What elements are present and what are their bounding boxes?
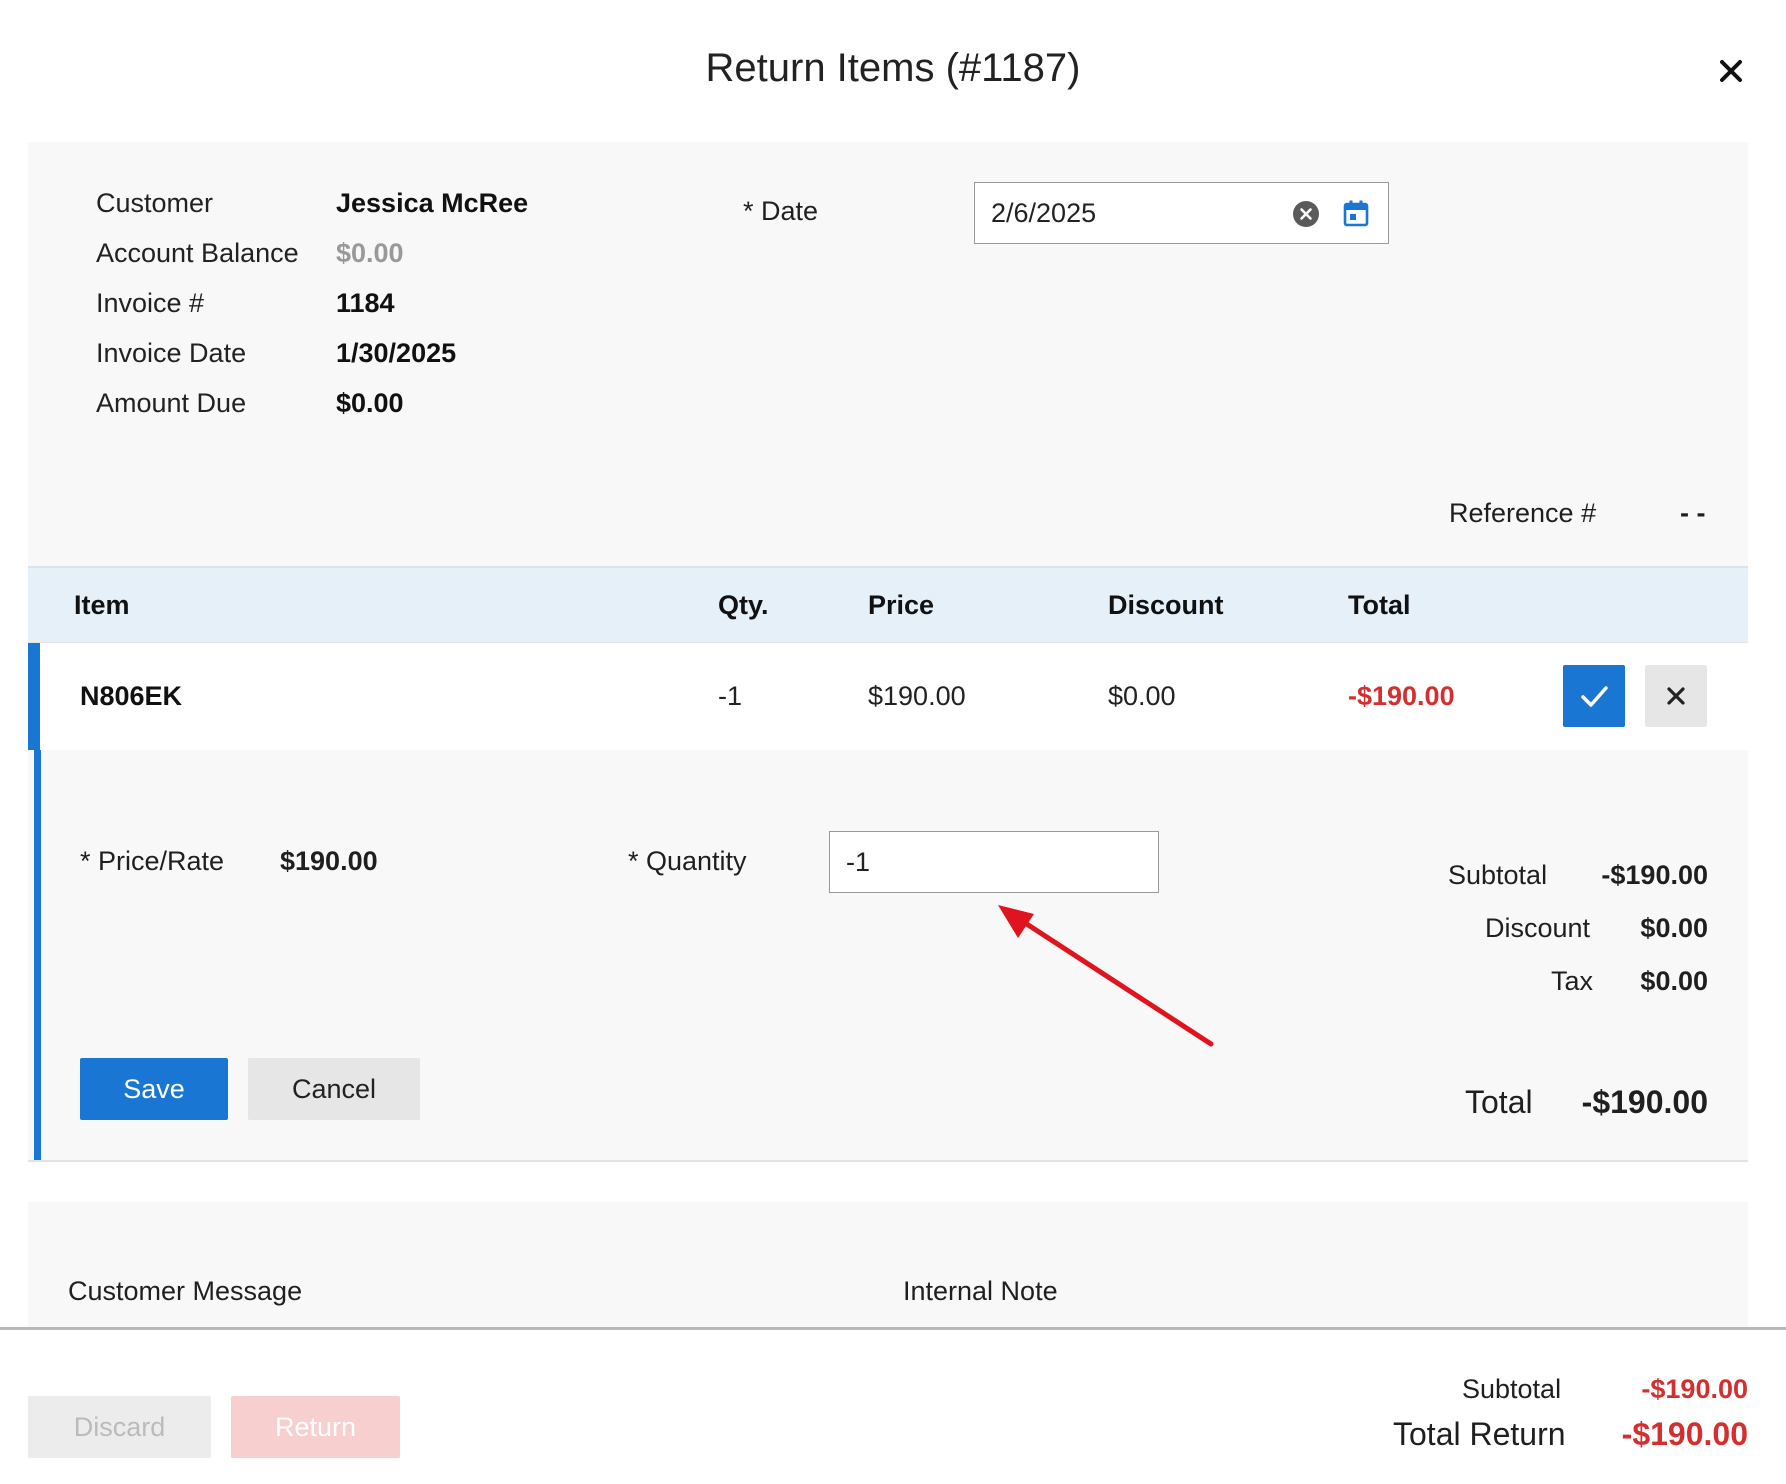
edit-discount-value: $0.00 (1640, 913, 1708, 943)
edit-tax-value: $0.00 (1640, 966, 1708, 996)
account-balance-label: Account Balance (96, 238, 299, 268)
date-input[interactable] (991, 198, 1251, 229)
dialog-title: Return Items (#1187) (705, 46, 1081, 90)
edit-subtotal-label: Subtotal (1448, 860, 1548, 890)
close-icon (1667, 687, 1685, 705)
customer-value: Jessica McRee (336, 188, 529, 218)
table-row[interactable]: N806EK -1 $190.00 $0.00 -$190.00 (28, 642, 1748, 751)
invoice-date-label: Invoice Date (96, 338, 247, 368)
messages-panel: Customer Message Internal Note (28, 1202, 1748, 1328)
customer-message-label: Customer Message (68, 1276, 303, 1306)
cancel-button[interactable]: Cancel (248, 1058, 420, 1120)
row-selected-indicator (28, 643, 40, 751)
customer-label: Customer (96, 188, 214, 218)
edit-tax-label: Tax (1551, 966, 1594, 996)
column-header-total: Total (1348, 590, 1411, 620)
reference-value: - - (1680, 498, 1706, 528)
check-icon (1581, 686, 1608, 707)
dialog-footer: Discard Return Subtotal -$190.00 Total R… (0, 1330, 1786, 1484)
amount-due-value: $0.00 (336, 388, 404, 418)
amount-due-label: Amount Due (96, 388, 247, 418)
row-total: -$190.00 (1348, 681, 1455, 711)
invoice-date-value: 1/30/2025 (336, 338, 457, 368)
price-rate-value: $190.00 (280, 846, 378, 876)
return-button[interactable]: Return (231, 1396, 400, 1458)
total-return-value: -$190.00 (1621, 1416, 1748, 1452)
calendar-icon[interactable] (1341, 198, 1371, 228)
edit-total-value: -$190.00 (1581, 1084, 1708, 1120)
close-icon[interactable] (1715, 55, 1747, 87)
internal-note-label: Internal Note (903, 1276, 1058, 1306)
remove-row-button[interactable] (1645, 665, 1707, 727)
footer-subtotal-label: Subtotal (1462, 1374, 1562, 1404)
row-item: N806EK (80, 681, 183, 711)
total-return-label: Total Return (1393, 1416, 1566, 1452)
column-header-discount: Discount (1108, 590, 1224, 620)
return-items-dialog: Return Items (#1187) Customer Jessica Mc… (0, 0, 1786, 1484)
confirm-row-button[interactable] (1563, 665, 1625, 727)
row-price: $190.00 (868, 681, 966, 711)
account-balance-value: $0.00 (336, 238, 404, 268)
invoice-number-label: Invoice # (96, 288, 205, 318)
row-discount: $0.00 (1108, 681, 1176, 711)
edit-discount-label: Discount (1485, 913, 1591, 943)
column-header-item: Item (74, 590, 130, 620)
items-table-header: Item Qty. Price Discount Total (28, 566, 1748, 642)
row-qty: -1 (718, 681, 743, 711)
discard-button[interactable]: Discard (28, 1396, 211, 1458)
quantity-label: * Quantity (628, 846, 747, 876)
footer-subtotal-value: -$190.00 (1641, 1374, 1748, 1404)
edit-total-label: Total (1465, 1084, 1533, 1120)
annotation-arrow-icon (998, 905, 1214, 1047)
reference-label: Reference # (1449, 498, 1597, 528)
price-rate-label: * Price/Rate (80, 846, 225, 876)
invoice-number-value: 1184 (336, 288, 395, 318)
column-header-qty: Qty. (718, 590, 769, 620)
edit-subtotal-value: -$190.00 (1601, 860, 1708, 890)
clear-icon[interactable] (1291, 199, 1321, 229)
date-picker[interactable] (974, 182, 1389, 244)
save-button[interactable]: Save (80, 1058, 228, 1120)
row-edit-panel: * Price/Rate $190.00 * Quantity Subtotal… (28, 750, 1748, 1162)
date-label: * Date (743, 196, 819, 226)
column-header-price: Price (868, 590, 935, 620)
edit-panel-indicator (34, 750, 41, 1160)
